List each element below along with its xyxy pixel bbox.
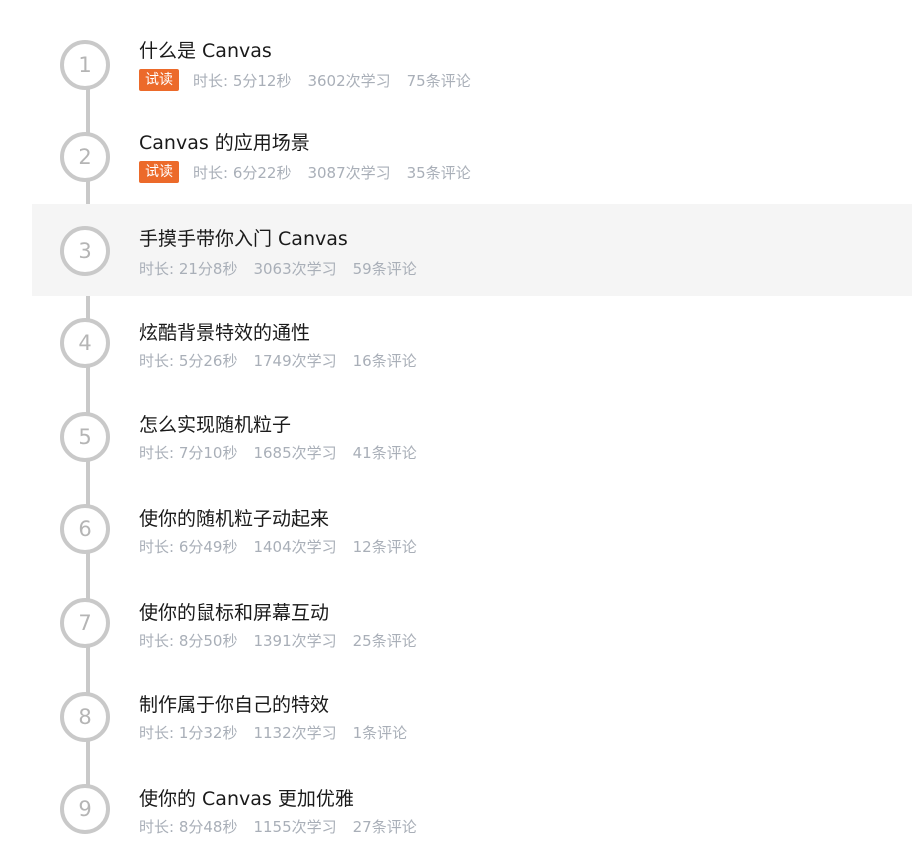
lesson-meta: 试读 时长: 5分12秒 3602次学习 75条评论 [139,69,487,91]
lesson-comments: 41条评论 [352,444,417,462]
lesson-duration: 时长: 5分26秒 [139,352,238,370]
lesson-number-badge: 4 [60,318,110,368]
lesson-list: 1 什么是 Canvas 试读 时长: 5分12秒 3602次学习 75条评论 … [0,0,920,864]
lesson-duration: 时长: 1分32秒 [139,724,238,742]
lesson-comments: 25条评论 [352,632,417,650]
lesson-duration: 时长: 21分8秒 [139,260,238,278]
lesson-meta: 时长: 5分26秒 1749次学习 16条评论 [139,350,433,371]
lesson-row-8[interactable]: 8 制作属于你自己的特效 时长: 1分32秒 1132次学习 1条评论 [0,672,920,764]
lesson-comments: 59条评论 [352,260,417,278]
lesson-meta: 时长: 21分8秒 3063次学习 59条评论 [139,258,433,279]
lesson-row-7[interactable]: 7 使你的鼠标和屏幕互动 时长: 8分50秒 1391次学习 25条评论 [0,578,920,670]
lesson-comments: 16条评论 [352,352,417,370]
lesson-title[interactable]: 使你的随机粒子动起来 [139,504,329,531]
lesson-title[interactable]: 制作属于你自己的特效 [139,690,329,717]
lesson-learners: 1685次学习 [253,444,337,462]
lesson-row-2[interactable]: 2 Canvas 的应用场景 试读 时长: 6分22秒 3087次学习 35条评… [0,110,920,202]
lesson-learners: 3087次学习 [307,163,391,182]
lesson-number-badge: 3 [60,226,110,276]
lesson-learners: 1404次学习 [253,538,337,556]
lesson-title[interactable]: 使你的鼠标和屏幕互动 [139,598,329,625]
lesson-title[interactable]: 什么是 Canvas [139,36,272,63]
lesson-duration: 时长: 8分48秒 [139,818,238,836]
lesson-comments: 1条评论 [352,724,408,742]
lesson-number-badge: 6 [60,504,110,554]
lesson-row-3[interactable]: 3 手摸手带你入门 Canvas 时长: 21分8秒 3063次学习 59条评论 [0,204,920,296]
lesson-title[interactable]: 使你的 Canvas 更加优雅 [139,784,354,811]
lesson-learners: 3602次学习 [307,71,391,90]
lesson-meta: 时长: 8分50秒 1391次学习 25条评论 [139,630,433,651]
lesson-meta: 时长: 8分48秒 1155次学习 27条评论 [139,816,433,837]
lesson-row-9[interactable]: 9 使你的 Canvas 更加优雅 时长: 8分48秒 1155次学习 27条评… [0,764,920,856]
lesson-number-badge: 1 [60,40,110,90]
lesson-learners: 1391次学习 [253,632,337,650]
lesson-duration: 时长: 5分12秒 [193,71,292,90]
lesson-meta: 时长: 6分49秒 1404次学习 12条评论 [139,536,433,557]
lesson-learners: 1155次学习 [253,818,337,836]
lesson-duration: 时长: 8分50秒 [139,632,238,650]
lesson-title[interactable]: Canvas 的应用场景 [139,128,310,155]
lesson-number-badge: 5 [60,412,110,462]
lesson-comments: 35条评论 [406,163,471,182]
lesson-row-6[interactable]: 6 使你的随机粒子动起来 时长: 6分49秒 1404次学习 12条评论 [0,484,920,576]
lesson-row-5[interactable]: 5 怎么实现随机粒子 时长: 7分10秒 1685次学习 41条评论 [0,390,920,482]
lesson-comments: 12条评论 [352,538,417,556]
lesson-title[interactable]: 炫酷背景特效的通性 [139,318,310,345]
lesson-learners: 1749次学习 [253,352,337,370]
trial-badge[interactable]: 试读 [139,69,179,91]
trial-badge[interactable]: 试读 [139,161,179,183]
lesson-meta: 时长: 7分10秒 1685次学习 41条评论 [139,442,433,463]
lesson-title[interactable]: 怎么实现随机粒子 [139,410,291,437]
lesson-duration: 时长: 6分22秒 [193,163,292,182]
lesson-meta: 时长: 1分32秒 1132次学习 1条评论 [139,722,423,743]
lesson-duration: 时长: 6分49秒 [139,538,238,556]
lesson-learners: 3063次学习 [253,260,337,278]
lesson-number-badge: 2 [60,132,110,182]
lesson-meta: 试读 时长: 6分22秒 3087次学习 35条评论 [139,161,487,183]
lesson-row-1[interactable]: 1 什么是 Canvas 试读 时长: 5分12秒 3602次学习 75条评论 [0,18,920,110]
lesson-comments: 27条评论 [352,818,417,836]
lesson-number-badge: 7 [60,598,110,648]
lesson-title[interactable]: 手摸手带你入门 Canvas [139,224,348,251]
lesson-number-badge: 9 [60,784,110,834]
lesson-number-badge: 8 [60,692,110,742]
lesson-comments: 75条评论 [406,71,471,90]
lesson-row-4[interactable]: 4 炫酷背景特效的通性 时长: 5分26秒 1749次学习 16条评论 [0,298,920,390]
lesson-learners: 1132次学习 [253,724,337,742]
lesson-duration: 时长: 7分10秒 [139,444,238,462]
